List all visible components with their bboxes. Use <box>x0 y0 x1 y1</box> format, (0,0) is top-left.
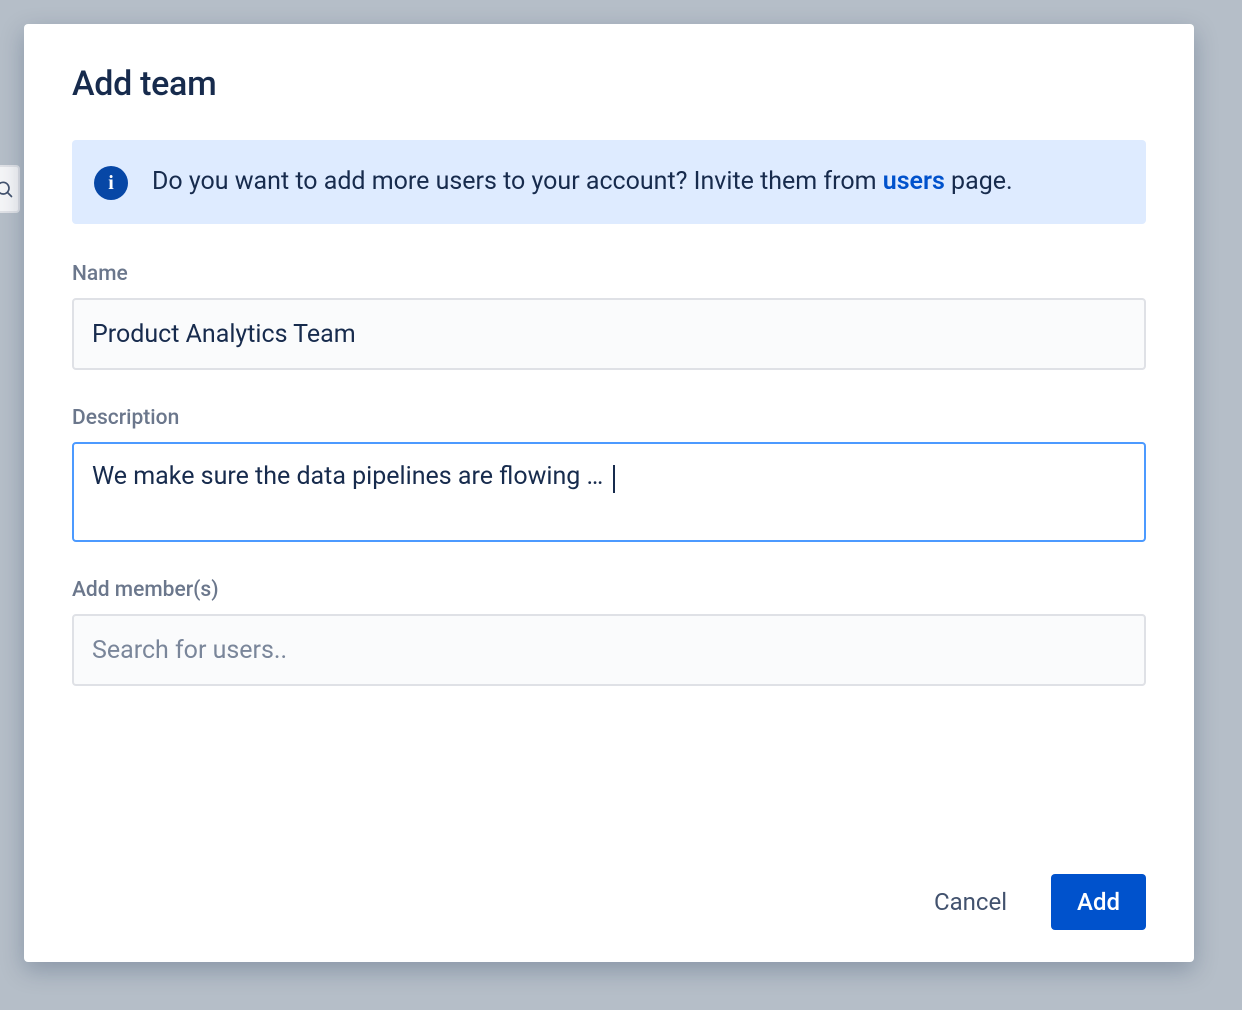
name-input[interactable] <box>72 298 1146 370</box>
text-caret <box>613 465 615 493</box>
banner-text-after: page. <box>945 167 1013 196</box>
modal-title: Add team <box>72 64 1146 104</box>
description-value: We make sure the data pipelines are flow… <box>92 462 603 491</box>
search-icon <box>0 179 14 199</box>
add-team-modal: Add team i Do you want to add more users… <box>24 24 1194 962</box>
background-search-box <box>0 165 20 213</box>
name-label: Name <box>72 262 1146 286</box>
name-field-group: Name <box>72 262 1146 370</box>
info-icon: i <box>94 166 128 200</box>
banner-text-before: Do you want to add more users to your ac… <box>152 167 883 196</box>
info-banner-text: Do you want to add more users to your ac… <box>152 164 1013 200</box>
modal-button-row: Cancel Add <box>72 834 1146 930</box>
members-label: Add member(s) <box>72 578 1146 602</box>
info-banner: i Do you want to add more users to your … <box>72 140 1146 224</box>
description-input[interactable]: We make sure the data pipelines are flow… <box>72 442 1146 542</box>
cancel-button[interactable]: Cancel <box>910 874 1031 930</box>
members-search-input[interactable] <box>72 614 1146 686</box>
members-field-group: Add member(s) <box>72 578 1146 686</box>
add-button[interactable]: Add <box>1051 874 1146 930</box>
description-label: Description <box>72 406 1146 430</box>
description-field-group: Description We make sure the data pipeli… <box>72 406 1146 542</box>
users-link[interactable]: users <box>883 167 945 196</box>
